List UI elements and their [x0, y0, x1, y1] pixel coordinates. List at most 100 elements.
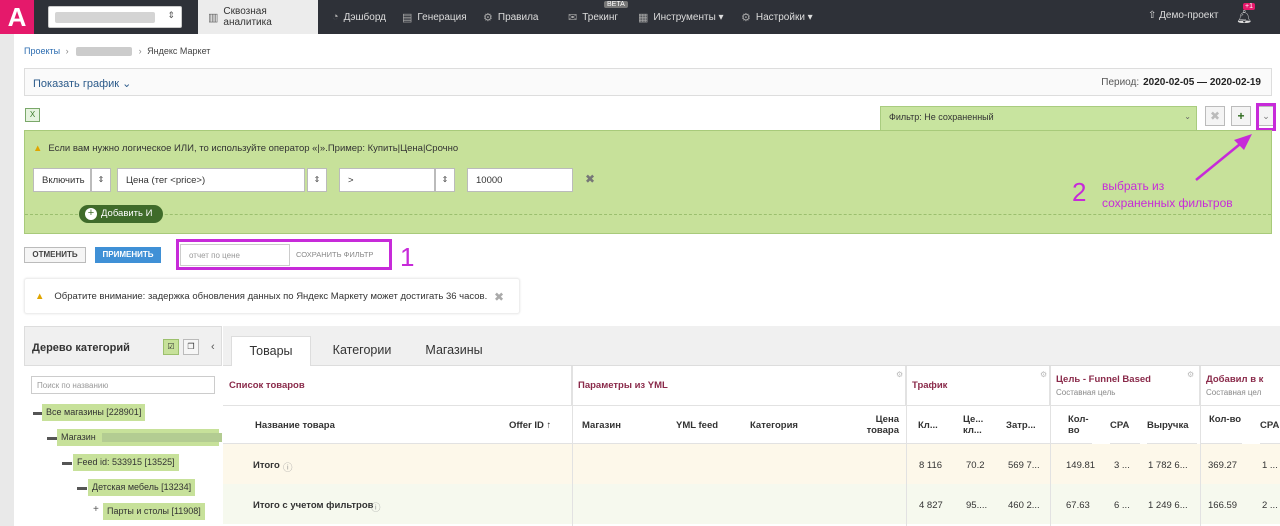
- cell-count: 67.63: [1066, 500, 1090, 511]
- rules-icon: ⚙: [483, 11, 493, 24]
- annotation-number-1: 1: [400, 242, 415, 272]
- select-caret-icon[interactable]: ⇕: [435, 168, 455, 192]
- annotation-line-2: сохраненных фильтров: [1102, 196, 1233, 210]
- gear-icon[interactable]: ⚙: [1040, 370, 1047, 379]
- nav-end-to-end-analytics[interactable]: ▥ Сквозная аналитика: [198, 0, 318, 34]
- tree-expand-icon[interactable]: +: [93, 504, 99, 515]
- table-row-total[interactable]: Итого ⓘ 8 116 70.2 569 7... 149.81 3 ...…: [223, 444, 1280, 484]
- cancel-button[interactable]: ОТМЕНИТЬ: [24, 247, 86, 263]
- category-search-input[interactable]: Поиск по названию: [31, 376, 215, 394]
- products-table: Список товаров Параметры из YML Трафик Ц…: [223, 366, 1280, 526]
- period-display[interactable]: Период: 2020-02-05 — 2020-02-19: [1101, 77, 1261, 88]
- add-and-button[interactable]: + Добавить И: [79, 205, 163, 223]
- column-divider: [1200, 366, 1201, 526]
- beta-badge: BETA: [604, 1, 628, 8]
- tree-node-kids-furniture[interactable]: Детская мебель [13234]: [88, 479, 196, 496]
- filter-select[interactable]: Фильтр: Не сохраненный ⌄: [880, 106, 1197, 130]
- cell-count: 149.81: [1066, 460, 1096, 471]
- select-caret-icon[interactable]: ⇕: [307, 168, 327, 192]
- help-icon[interactable]: ⓘ: [371, 500, 381, 514]
- nav-rules[interactable]: ⚙ Правила: [473, 0, 548, 34]
- breadcrumb: Проекты › › Яндекс Маркет: [24, 46, 211, 57]
- add-filter-button[interactable]: +: [1231, 106, 1251, 126]
- filter-hint: ▲ Если вам нужно логическое ИЛИ, то испол…: [33, 143, 458, 154]
- col-price[interactable]: Цена товара: [859, 406, 899, 444]
- gear-icon[interactable]: ⚙: [896, 370, 903, 379]
- tree-node-store[interactable]: Магазин: [57, 429, 222, 446]
- col-cpc[interactable]: Це... кл...: [963, 406, 993, 444]
- col-count[interactable]: Кол-во: [1200, 406, 1242, 444]
- warning-icon: ▲: [33, 143, 43, 154]
- gear-icon[interactable]: ⚙: [1187, 370, 1194, 379]
- cell-clicks: 8 116: [919, 460, 943, 471]
- select-all-icon[interactable]: ☑: [163, 339, 179, 355]
- nav-generation[interactable]: ▤ Генерация: [392, 0, 477, 34]
- nav-dashboard[interactable]: ◔ Дэшборд: [322, 0, 396, 34]
- tab-products[interactable]: Товары: [231, 336, 311, 366]
- field-select[interactable]: Цена (тег <price>): [117, 168, 305, 192]
- chevron-left-icon[interactable]: ‹: [211, 341, 215, 353]
- col-category[interactable]: Категория: [750, 406, 820, 444]
- apply-button[interactable]: ПРИМЕНИТЬ: [95, 247, 161, 263]
- cell-cost: 460 2...: [1008, 500, 1040, 511]
- app-logo[interactable]: A: [0, 0, 34, 34]
- store-name-redacted: [101, 433, 222, 443]
- table-row-filtered-total[interactable]: Итого с учетом фильтров ⓘ 4 827 95.... 4…: [223, 484, 1280, 524]
- copy-icon[interactable]: ❐: [183, 339, 199, 355]
- group-product-list: Список товаров: [223, 366, 572, 406]
- group-traffic: Трафик: [906, 366, 1050, 406]
- col-cost[interactable]: Затр...: [1006, 406, 1046, 444]
- gear-icon: ⚙: [741, 11, 751, 24]
- cell-revenue: 1 249 6...: [1148, 500, 1188, 511]
- project-select[interactable]: ⇕: [48, 6, 182, 28]
- col-count[interactable]: Кол-во: [1050, 406, 1092, 444]
- divider: [25, 214, 1271, 215]
- include-select[interactable]: Включить: [33, 168, 91, 192]
- close-icon[interactable]: ✖: [494, 290, 504, 304]
- breadcrumb-projects[interactable]: Проекты: [24, 46, 60, 56]
- nav-settings[interactable]: ⚙ Настройки ▾: [731, 0, 823, 34]
- goal-title: Добавил в к: [1206, 374, 1264, 385]
- tree-node-desks[interactable]: Парты и столы [11908]: [103, 503, 205, 520]
- col-cpa[interactable]: CPA: [1110, 406, 1140, 444]
- tab-categories[interactable]: Категории: [321, 336, 403, 366]
- cell-count: 369.27: [1208, 460, 1238, 471]
- demo-project-link[interactable]: ⇧ Демо-проект: [1148, 10, 1218, 21]
- dashboard-icon: ◔: [332, 11, 339, 23]
- col-revenue[interactable]: Выручка: [1147, 406, 1197, 444]
- tree-collapse-icon[interactable]: ▬: [77, 482, 87, 493]
- tab-stores[interactable]: Магазины: [413, 336, 495, 366]
- select-caret-icon[interactable]: ⇕: [91, 168, 111, 192]
- bell-icon[interactable]: 🔔︎: [1236, 9, 1253, 25]
- nav-label: Генерация: [417, 11, 467, 23]
- col-offer-id[interactable]: Offer ID ↑: [509, 406, 569, 444]
- column-divider: [1050, 366, 1051, 526]
- filter-hint-text: Если вам нужно логическое ИЛИ, то исполь…: [48, 143, 459, 154]
- help-icon[interactable]: ⓘ: [283, 460, 293, 474]
- goal-subtitle: Составная цел: [1206, 388, 1262, 397]
- row-label: Итого: [253, 460, 280, 471]
- generation-icon: ▤: [402, 11, 413, 24]
- cell-count: 166.59: [1208, 500, 1238, 511]
- group-goal-funnel: Цель - Funnel Based Составная цель: [1050, 366, 1200, 406]
- nav-tools[interactable]: ▦ Инструменты ▾: [628, 0, 734, 34]
- cell-clicks: 4 827: [919, 500, 943, 511]
- category-tree-title: Дерево категорий: [32, 342, 130, 354]
- tree-node-all-stores[interactable]: Все магазины [228901]: [42, 404, 146, 421]
- tree-collapse-icon[interactable]: ▬: [62, 457, 72, 468]
- tree-collapse-icon[interactable]: ▬: [47, 432, 57, 443]
- show-chart-toggle[interactable]: Показать график ⌄: [33, 77, 131, 90]
- row-label: Итого с учетом фильтров: [253, 500, 374, 511]
- operator-select[interactable]: >: [339, 168, 435, 192]
- top-navigation-bar: A ⇕ ▥ Сквозная аналитика ◔ Дэшборд ▤ Ген…: [0, 0, 1280, 34]
- col-yml-feed[interactable]: YML feed: [676, 406, 746, 444]
- tree-node-feed[interactable]: Feed id: 533915 [13525]: [73, 454, 179, 471]
- value-input[interactable]: 10000: [467, 168, 573, 192]
- col-cpa[interactable]: CPA: [1260, 406, 1280, 444]
- breadcrumb-redacted-project[interactable]: [75, 47, 132, 57]
- remove-condition-icon[interactable]: ✖: [585, 172, 595, 186]
- goal-title: Цель - Funnel Based: [1056, 374, 1151, 385]
- close-filter-button[interactable]: ✖: [1205, 106, 1225, 126]
- excel-export-icon[interactable]: X: [25, 108, 40, 122]
- column-divider: [572, 366, 573, 526]
